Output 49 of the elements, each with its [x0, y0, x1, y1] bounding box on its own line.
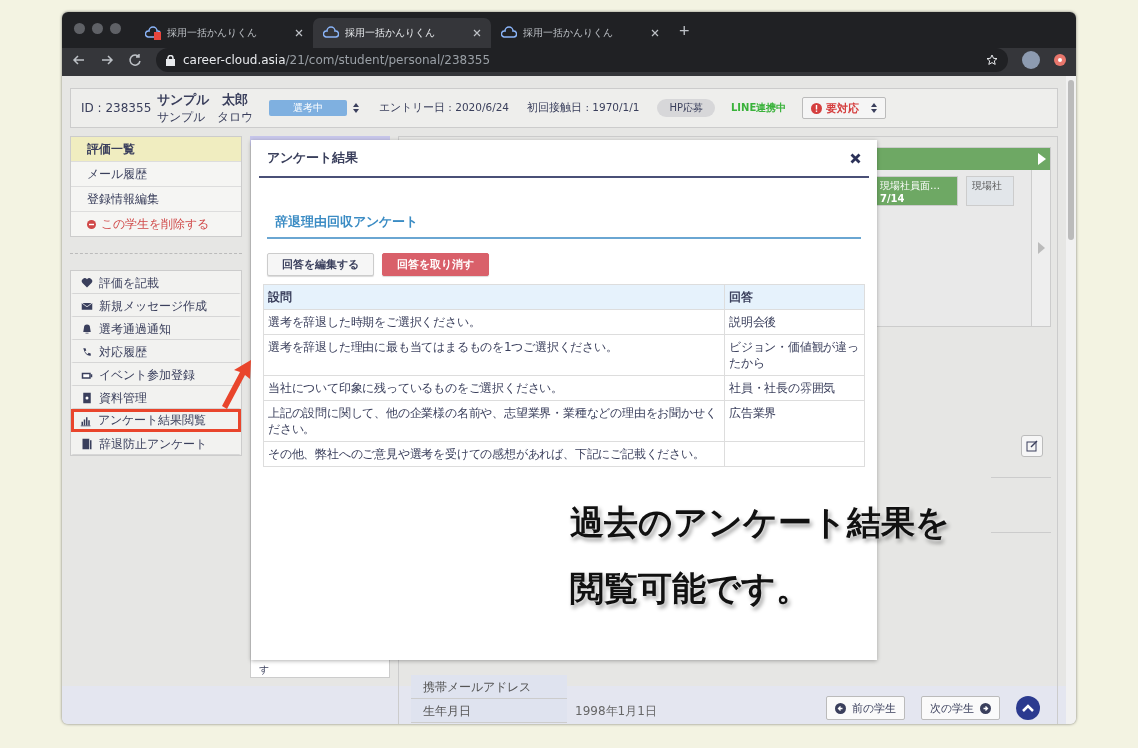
answer-text: 説明会後: [729, 315, 777, 329]
caption-text: 過去のアンケート結果を: [570, 501, 950, 544]
action-item[interactable]: 選考通過通知: [71, 317, 241, 340]
browser-tab[interactable]: 採用一括かんりくん: [491, 18, 669, 48]
question-text: 当社について印象に残っているものをご選択ください。: [268, 381, 563, 395]
timeline-card[interactable]: 現場社: [966, 176, 1014, 206]
edit-answer-button[interactable]: 回答を編集する: [267, 253, 374, 276]
new-tab-button[interactable]: +: [679, 21, 690, 42]
entry-date: エントリー日 : 2020/6/24: [379, 101, 510, 115]
channel-tag: HP応募: [657, 99, 715, 117]
question-text: 上記の設問に関して、他の企業様の名前や、志望業界・業種などの理由をお聞かせください。: [268, 406, 717, 436]
menu-item[interactable]: この学生を削除する: [71, 212, 241, 236]
action-item[interactable]: 新規メッセージ作成: [71, 294, 241, 317]
first-contact-date: 初回接触日 : 1970/1/1: [527, 101, 640, 115]
action-item[interactable]: イベント参加登録: [71, 363, 241, 386]
action-item[interactable]: 資料管理: [71, 386, 241, 409]
field-value: 1998年1月1日: [574, 702, 657, 720]
next-student-button[interactable]: 次の学生: [921, 696, 1000, 720]
field-label: 携帯メールアドレス: [411, 675, 567, 699]
column-header: 設問: [263, 284, 725, 310]
browser-tab[interactable]: 採用一括かんりくん: [135, 18, 313, 48]
previous-student-button[interactable]: 前の学生: [826, 696, 905, 720]
answer-text: 社員・社長の雰囲気: [729, 381, 836, 395]
cancel-answer-button[interactable]: 回答を取り消す: [382, 253, 489, 276]
menu-item[interactable]: 評価一覧: [71, 137, 241, 162]
panel-text: す: [259, 663, 269, 677]
action-item[interactable]: 辞退防止アンケート: [71, 432, 241, 455]
survey-title: 辞退理由回収アンケート: [267, 214, 861, 239]
field-label: 生年月日: [411, 699, 567, 723]
answer-text: ビジョン・価値観が違ったから: [729, 340, 859, 370]
address-bar[interactable]: career-cloud.asia/21/com/student/personal/238355: [156, 48, 1008, 72]
modal-title: アンケート結果: [267, 149, 358, 167]
question-text: その他、弊社へのご意見や選考を受けての感想があれば、下記にご記載ください。: [268, 447, 705, 461]
student-kana: サンプル タロウ: [157, 108, 254, 126]
caption-text: 閲覧可能です。: [570, 567, 811, 610]
browser-tab[interactable]: 採用一括かんりくん: [313, 18, 491, 48]
action-item[interactable]: 評価を記載: [71, 271, 241, 294]
question-text: 選考を辞退した理由に最も当てはまるものを1つご選択ください。: [268, 340, 618, 354]
action-item[interactable]: 対応履歴: [71, 340, 241, 363]
student-name: サンプル 太郎: [157, 90, 249, 109]
line-status: LINE連携中: [731, 101, 787, 115]
question-text: 選考を辞退した時期をご選択ください。: [268, 315, 481, 329]
menu-item[interactable]: メール履歴: [71, 162, 241, 187]
column-header: 回答: [724, 284, 865, 310]
action-item[interactable]: アンケート結果閲覧: [71, 409, 241, 432]
answer-text: 広告業界: [729, 406, 777, 420]
menu-item[interactable]: 登録情報編集: [71, 187, 241, 212]
student-id: ID : 238355: [81, 101, 153, 115]
action-select[interactable]: 要対応: [802, 97, 887, 119]
